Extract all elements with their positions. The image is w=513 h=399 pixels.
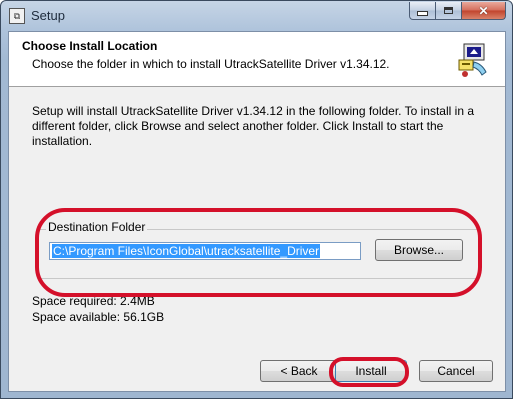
destination-highlight: [35, 208, 482, 297]
close-icon: ✕: [478, 3, 489, 18]
intro-text: Setup will install UtrackSatellite Drive…: [32, 104, 474, 148]
back-button[interactable]: < Back: [260, 360, 338, 382]
installer-icon: [458, 43, 487, 77]
install-highlight: [329, 357, 409, 387]
minimize-button[interactable]: [409, 2, 436, 20]
app-icon: ⧉: [9, 8, 25, 24]
page-title: Choose Install Location: [22, 39, 158, 53]
maximize-button[interactable]: [436, 2, 462, 20]
dialog-client-area: Choose Install Location Choose the folde…: [8, 31, 506, 392]
space-available: Space available: 56.1GB: [32, 310, 165, 324]
cancel-button[interactable]: Cancel: [419, 360, 493, 382]
minimize-icon: [417, 11, 428, 16]
close-button[interactable]: ✕: [462, 2, 506, 20]
setup-window: ⧉ Setup ✕ Choose Install Location Choose…: [0, 0, 513, 399]
title-bar[interactable]: ⧉ Setup ✕: [1, 1, 512, 31]
page-subtitle: Choose the folder in which to install Ut…: [32, 57, 390, 71]
maximize-icon: [444, 7, 453, 14]
window-title: Setup: [31, 8, 65, 23]
caption-buttons: ✕: [409, 2, 506, 22]
page-header: Choose Install Location Choose the folde…: [9, 32, 505, 87]
